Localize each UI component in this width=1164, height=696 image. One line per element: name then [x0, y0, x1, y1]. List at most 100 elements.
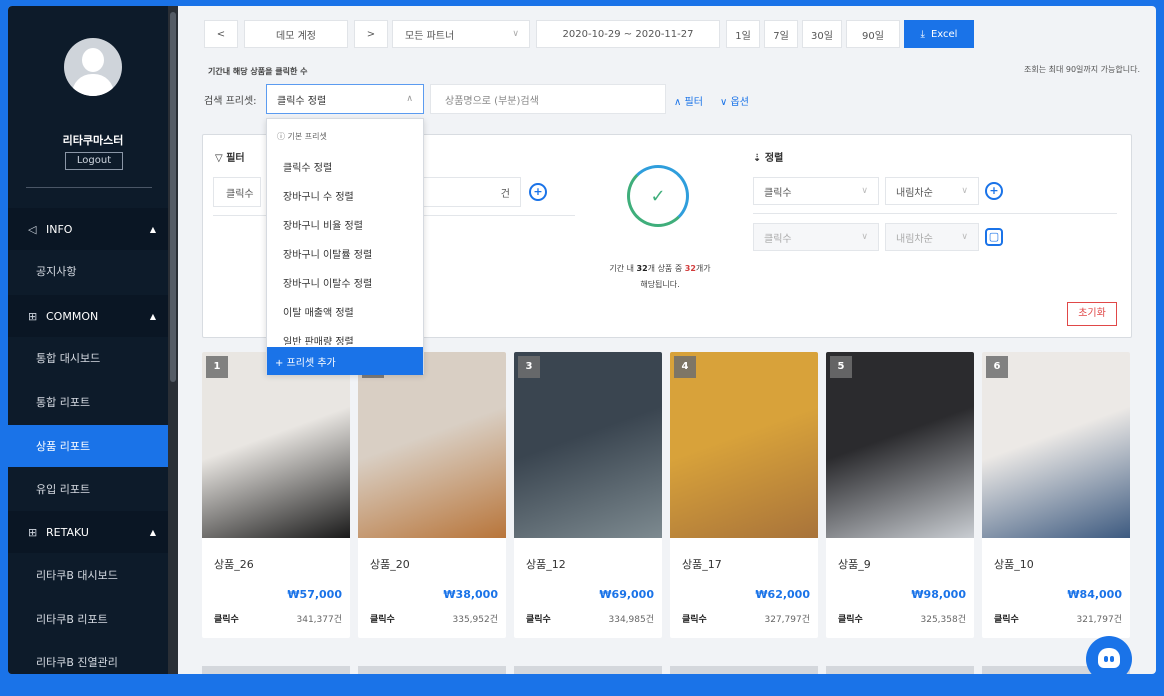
sidebar-item-retaku-display[interactable]: 리타쿠B 진열관리: [8, 641, 168, 674]
partner-select[interactable]: 모든 파트너 ∨: [392, 20, 530, 48]
product-name[interactable]: 상품_9: [838, 556, 871, 572]
next-account-button[interactable]: >: [354, 20, 388, 48]
range-30d-button[interactable]: 30일: [802, 20, 842, 48]
filter-toggle-link[interactable]: ∧ 필터: [674, 93, 703, 108]
product-image[interactable]: [358, 352, 506, 538]
product-card[interactable]: 1 상품_26 ₩57,000 클릭수 341,377건: [202, 352, 350, 638]
chat-widget-button[interactable]: [1086, 636, 1132, 682]
sidebar-section-retaku[interactable]: ⊞ RETAKU ▲: [8, 511, 168, 553]
chevron-up-icon: ▲: [149, 224, 156, 234]
product-card[interactable]: 4 상품_17 ₩62,000 클릭수 327,797건: [670, 352, 818, 638]
chevron-up-icon: ▲: [149, 311, 156, 321]
preset-option[interactable]: 일반 판매량 정렬: [283, 333, 354, 345]
filter-title: ▽ 필터: [215, 149, 245, 164]
add-preset-button[interactable]: + 프리셋 추가: [267, 347, 423, 375]
product-name[interactable]: 상품_12: [526, 556, 566, 572]
add-filter-icon[interactable]: +: [529, 183, 547, 201]
preset-option[interactable]: 이탈 매출액 정렬: [283, 304, 354, 319]
chevron-down-icon: ∨: [961, 186, 968, 196]
dropdown-header: ⓘ 기본 프리셋: [277, 131, 327, 142]
product-image[interactable]: [670, 352, 818, 538]
product-card[interactable]: 3 상품_12 ₩69,000 클릭수 334,985건: [514, 352, 662, 638]
product-search-input[interactable]: 상품명으로 (부분)검색: [430, 84, 666, 114]
product-card[interactable]: 6 상품_10 ₩84,000 클릭수 321,797건: [982, 352, 1130, 638]
sort-order-select-2[interactable]: 내림차순 ∨: [885, 223, 979, 251]
click-count: 341,377건: [296, 615, 343, 625]
sidebar-item-retaku-dashboard[interactable]: 리타쿠B 대시보드: [8, 554, 168, 596]
product-name[interactable]: 상품_20: [370, 556, 410, 572]
product-name[interactable]: 상품_10: [994, 556, 1034, 572]
preset-option[interactable]: 장바구니 수 정렬: [283, 188, 354, 203]
sidebar-item-retaku-report[interactable]: 리타쿠B 리포트: [8, 598, 168, 640]
sidebar-section-label: COMMON: [46, 309, 99, 323]
product-image[interactable]: [982, 352, 1130, 538]
click-count: 321,797건: [1076, 615, 1123, 625]
account-selector[interactable]: 데모 계정: [244, 20, 348, 48]
range-90d-button[interactable]: 90일: [846, 20, 900, 48]
range-7d-button[interactable]: 7일: [764, 20, 798, 48]
product-price: ₩98,000: [911, 588, 966, 601]
chevron-up-icon: ∧: [406, 94, 413, 104]
sidebar-item-dashboard[interactable]: 통합 대시보드: [8, 337, 168, 379]
reset-button[interactable]: 초기화: [1067, 302, 1117, 326]
click-label: 클릭수: [682, 615, 707, 625]
preset-select[interactable]: 클릭수 정렬 ∧: [266, 84, 424, 114]
match-summary: 기간 내 32개 상품 중 32개가 해당됩니다.: [609, 264, 711, 289]
sort-field-value: 클릭수: [764, 187, 792, 199]
sidebar-section-common[interactable]: ⊞ COMMON ▲: [8, 295, 168, 337]
check-circle-icon: ✓: [627, 165, 689, 227]
product-name[interactable]: 상품_26: [214, 556, 254, 572]
sidebar-divider: [26, 187, 152, 188]
sort-field-select-2[interactable]: 클릭수 ∨: [753, 223, 879, 251]
preset-option[interactable]: 장바구니 이탈수 정렬: [283, 275, 372, 290]
filter-toggle-label: 필터: [684, 97, 703, 108]
add-sort-icon[interactable]: +: [985, 182, 1003, 200]
sidebar-item-inflow-report[interactable]: 유입 리포트: [8, 468, 168, 510]
product-image[interactable]: [826, 352, 974, 538]
preset-option[interactable]: 장바구니 비율 정렬: [283, 217, 363, 232]
product-image[interactable]: [202, 352, 350, 538]
product-card-partial: [202, 666, 350, 674]
click-count: 334,985건: [608, 615, 655, 625]
preset-option[interactable]: 장바구니 이탈률 정렬: [283, 246, 372, 261]
sidebar-section-info[interactable]: ◁ INFO ▲: [8, 208, 168, 250]
sort-field-select[interactable]: 클릭수 ∨: [753, 177, 879, 205]
sidebar-item-notice[interactable]: 공지사항: [8, 250, 168, 292]
sort-order-value: 내림차순: [896, 187, 933, 199]
product-image[interactable]: [514, 352, 662, 538]
chevron-down-icon: ∨: [961, 232, 968, 242]
sidebar-section-label: INFO: [46, 222, 73, 236]
funnel-icon: ▽: [215, 153, 223, 164]
sort-order-value: 내림차순: [896, 233, 933, 245]
filter-title-text: 필터: [226, 153, 245, 164]
sidebar-item-product-report[interactable]: 상품 리포트: [8, 425, 168, 467]
delete-sort-icon[interactable]: ▢: [985, 228, 1003, 246]
preset-option[interactable]: 클릭수 정렬: [283, 159, 332, 174]
product-name[interactable]: 상품_17: [682, 556, 722, 572]
scrollbar-thumb[interactable]: [170, 12, 176, 382]
sort-order-select[interactable]: 내림차순 ∨: [885, 177, 979, 205]
click-label: 클릭수: [214, 615, 239, 625]
sidebar-item-report[interactable]: 통합 리포트: [8, 381, 168, 423]
product-card[interactable]: 5 상품_9 ₩98,000 클릭수 325,358건: [826, 352, 974, 638]
rank-badge: 6: [986, 356, 1008, 378]
option-toggle-link[interactable]: ∨ 옵션: [720, 93, 749, 108]
product-card-partial: [514, 666, 662, 674]
excel-download-button[interactable]: ⤓ Excel: [904, 20, 974, 48]
logout-button[interactable]: Logout: [65, 152, 123, 170]
product-card[interactable]: 2상품_20₩38,000클릭수335,952건: [358, 352, 506, 638]
product-card-partial: [826, 666, 974, 674]
sort-divider: [753, 213, 1117, 214]
sidebar-scrollbar[interactable]: [168, 6, 178, 674]
chevron-down-icon: ∨: [861, 232, 868, 242]
filter-field-select[interactable]: 클릭수: [213, 177, 261, 207]
chevron-up-icon: ▲: [149, 527, 156, 537]
option-toggle-label: 옵션: [730, 97, 749, 108]
preset-dropdown: ⓘ 기본 프리셋 클릭수 정렬 장바구니 수 정렬 장바구니 비율 정렬 장바구…: [266, 118, 424, 375]
product-card-partial: [670, 666, 818, 674]
range-1d-button[interactable]: 1일: [726, 20, 760, 48]
prev-account-button[interactable]: <: [204, 20, 238, 48]
date-range-input[interactable]: 2020-10-29 ~ 2020-11-27: [536, 20, 720, 48]
filter-value-input[interactable]: 건: [413, 177, 521, 207]
megaphone-icon: ◁: [28, 222, 37, 236]
